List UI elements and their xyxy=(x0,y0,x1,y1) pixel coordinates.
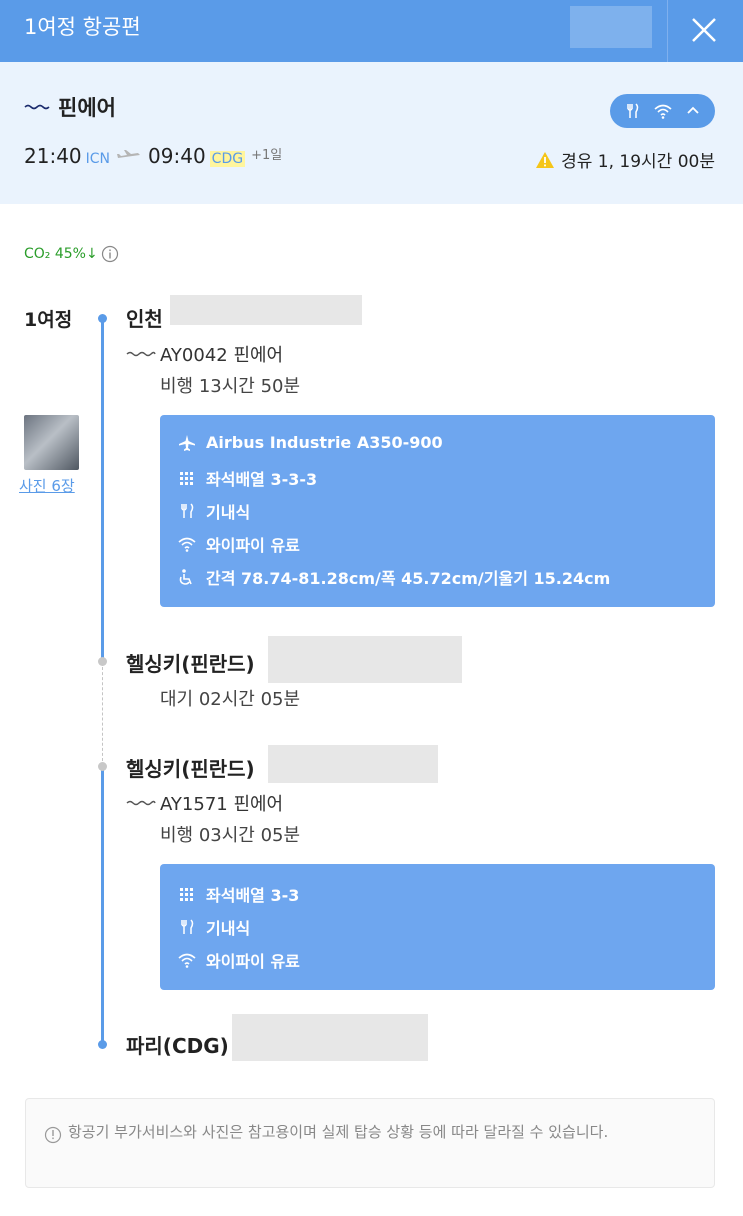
leg-label: 1여정 xyxy=(24,309,73,331)
wifi-info: 와이파이 유료 xyxy=(206,536,300,555)
plane-icon xyxy=(117,150,141,158)
wifi-icon xyxy=(654,104,672,119)
flight-duration: 비행 13시간 50분 xyxy=(160,376,301,397)
plane-icon xyxy=(179,434,195,451)
info-icon[interactable] xyxy=(101,245,119,263)
amenity-item: 기내식 xyxy=(178,499,250,523)
title-bar: 1여정 항공편 xyxy=(0,0,743,62)
timeline-dot xyxy=(98,314,107,323)
arrival-time: 09:40 xyxy=(148,144,206,168)
finnair-logo-icon xyxy=(126,351,156,357)
amenity-item: 와이파이 유료 xyxy=(178,532,300,556)
seat-grid-icon xyxy=(180,472,193,485)
chevron-up-icon xyxy=(687,106,699,114)
departure-stop: 인천 xyxy=(126,307,163,331)
seat-grid-icon xyxy=(180,888,193,901)
layover-wait: 대기 02시간 05분 xyxy=(160,689,301,710)
amenity-item: 좌석배열 3-3-3 xyxy=(178,466,317,490)
redacted-area xyxy=(268,636,462,683)
seat-layout: 좌석배열 3-3-3 xyxy=(206,470,318,489)
timeline-layover-line xyxy=(102,662,103,766)
co2-text: CO₂ 45%↓ xyxy=(24,246,98,262)
day-offset: +1일 xyxy=(251,148,283,163)
timeline-segment-line xyxy=(101,766,104,1044)
amenity-item: Airbus Industrie A350-900 xyxy=(178,433,443,452)
flight-summary: 핀에어 21:40 ICN 09:40 CDG +1일 경유 1, 19시간 0… xyxy=(0,62,743,204)
meal-info: 기내식 xyxy=(206,503,251,522)
warning-icon xyxy=(536,151,555,168)
meal-icon xyxy=(627,103,639,118)
airline-name: 핀에어 xyxy=(58,96,116,120)
co2-indicator: CO₂ 45%↓ xyxy=(24,245,119,263)
amenity-item: 와이파이 유료 xyxy=(178,948,300,972)
amenity-toggle-button[interactable] xyxy=(610,94,715,128)
layover-departure-stop: 헬싱키(핀란드) xyxy=(126,757,255,781)
redacted-area xyxy=(570,6,652,48)
meal-icon xyxy=(181,503,194,518)
timeline-dot xyxy=(98,1040,107,1049)
amenity-box: Airbus Industrie A350-900 좌석배열 3-3-3 기내식… xyxy=(160,415,715,607)
flight-times: 21:40 ICN 09:40 CDG +1일 xyxy=(24,144,282,174)
title-divider xyxy=(667,0,668,62)
wifi-info: 와이파이 유료 xyxy=(206,952,300,971)
redacted-area xyxy=(170,295,362,325)
disclaimer-notice: 항공기 부가서비스와 사진은 참고용이며 실제 탑승 상황 등에 따라 달라질 … xyxy=(25,1098,715,1188)
meal-icon xyxy=(181,919,194,934)
amenity-item: 좌석배열 3-3 xyxy=(178,882,299,906)
wifi-icon xyxy=(178,953,196,968)
timeline-segment-line xyxy=(101,318,104,660)
seat-layout: 좌석배열 3-3 xyxy=(206,886,300,905)
timeline-dot xyxy=(98,762,107,771)
departure-airport-code: ICN xyxy=(85,151,111,167)
amenity-item: 간격 78.74-81.28cm/폭 45.72cm/기울기 15.24cm xyxy=(178,565,610,589)
flight-number: AY1571 핀에어 xyxy=(126,790,283,816)
timeline-dot xyxy=(98,657,107,666)
layover-info: 경유 1, 19시간 00분 xyxy=(535,147,715,172)
aircraft-model: Airbus Industrie A350-900 xyxy=(206,433,443,452)
disclaimer-text: 항공기 부가서비스와 사진은 참고용이며 실제 탑승 상황 등에 따라 달라질 … xyxy=(68,1123,609,1141)
redacted-area xyxy=(232,1014,428,1061)
photo-count-link[interactable]: 사진 6장 xyxy=(19,475,75,496)
arrival-airport-code: CDG xyxy=(209,151,246,167)
meal-info: 기내식 xyxy=(206,919,251,938)
departure-time: 21:40 xyxy=(24,144,82,168)
legroom-icon xyxy=(179,569,192,585)
flight-number: AY0042 핀에어 xyxy=(126,341,283,367)
redacted-area xyxy=(268,745,438,783)
dialog-title: 1여정 항공편 xyxy=(24,15,141,39)
arrival-stop: 파리(CDG) xyxy=(126,1034,229,1058)
finnair-logo-icon xyxy=(24,104,50,110)
layover-arrival-stop: 헬싱키(핀란드) xyxy=(126,652,255,676)
amenity-item: 기내식 xyxy=(178,915,250,939)
cabin-photo-thumbnail[interactable] xyxy=(24,415,79,470)
layover-text: 경유 1, 19시간 00분 xyxy=(561,152,715,172)
close-icon[interactable] xyxy=(684,10,724,50)
amenity-box: 좌석배열 3-3 기내식 와이파이 유료 xyxy=(160,864,715,990)
flight-number-text: AY1571 핀에어 xyxy=(160,794,284,815)
seat-pitch-info: 간격 78.74-81.28cm/폭 45.72cm/기울기 15.24cm xyxy=(206,569,611,588)
finnair-logo-icon xyxy=(126,800,156,806)
flight-duration: 비행 03시간 05분 xyxy=(160,825,301,846)
flight-number-text: AY0042 핀에어 xyxy=(160,345,284,366)
wifi-icon xyxy=(178,537,196,552)
info-icon xyxy=(44,1126,62,1144)
